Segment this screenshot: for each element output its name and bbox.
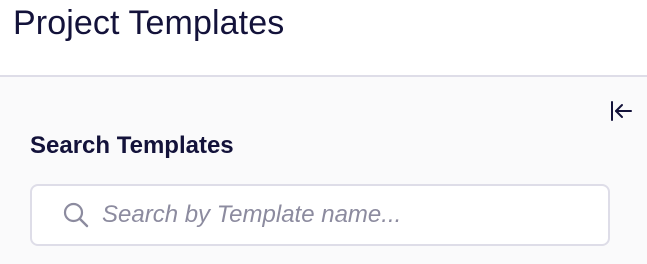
search-icon xyxy=(62,201,90,229)
collapse-left-icon xyxy=(609,100,633,127)
page-title: Project Templates xyxy=(13,4,285,42)
search-input[interactable] xyxy=(102,201,582,229)
search-templates-label: Search Templates xyxy=(30,132,234,159)
page-header: Project Templates xyxy=(0,0,647,77)
templates-sidebar: Search Templates xyxy=(0,77,647,264)
search-field[interactable] xyxy=(30,184,610,246)
collapse-sidebar-button[interactable] xyxy=(607,100,635,127)
